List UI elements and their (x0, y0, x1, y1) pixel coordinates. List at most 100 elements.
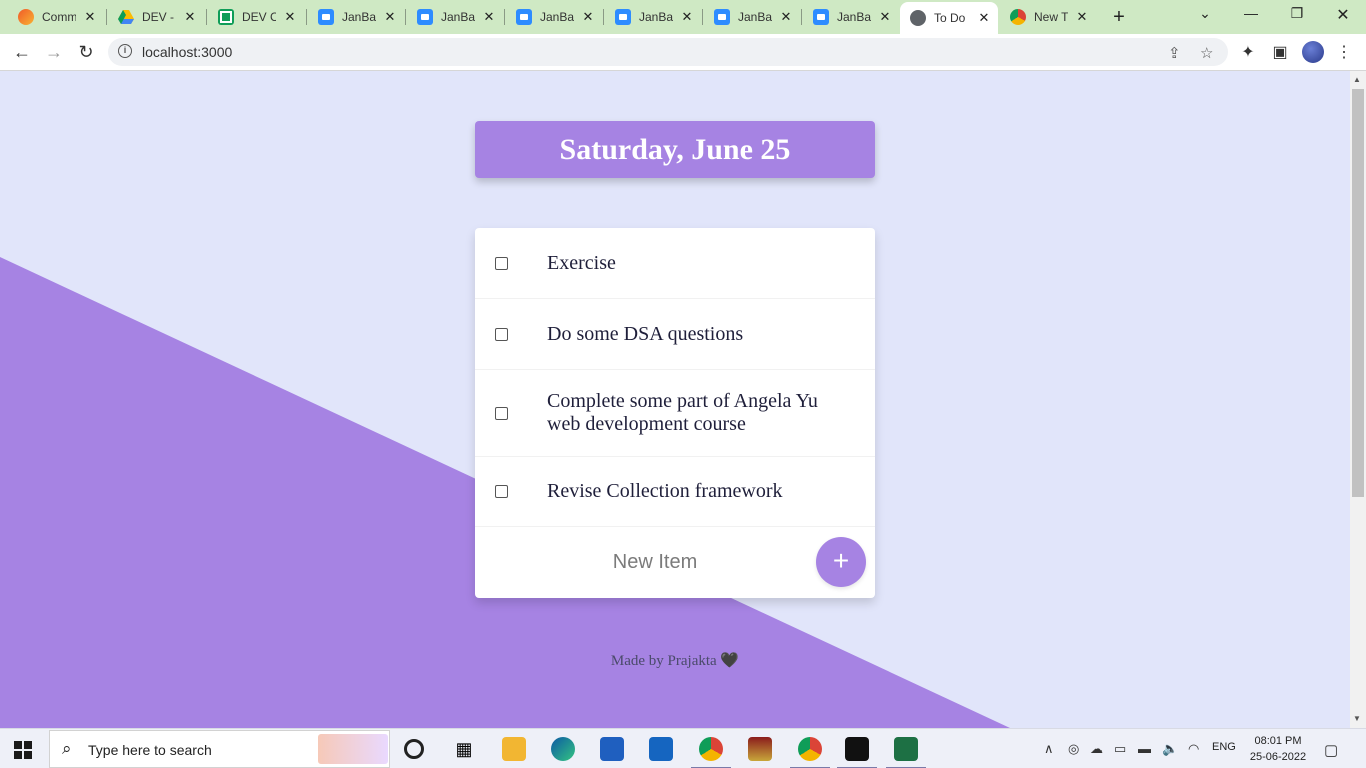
excel-icon[interactable] (886, 737, 926, 768)
item-checkbox[interactable] (495, 485, 508, 498)
close-window-button[interactable]: ✕ (1328, 5, 1358, 25)
windows-start-icon[interactable] (14, 741, 32, 759)
tab-2[interactable]: DEV Cl ✕ (208, 4, 304, 30)
zoom-icon (417, 9, 433, 25)
task-view-icon[interactable]: ▦ (452, 737, 476, 761)
scrollbar-thumb[interactable] (1352, 89, 1364, 497)
close-tab-icon[interactable]: ✕ (1074, 9, 1090, 25)
tab-3[interactable]: JanBat ✕ (308, 4, 404, 30)
chrome-icon (1010, 9, 1026, 25)
restore-button[interactable]: ❐ (1282, 5, 1312, 22)
notifications-icon[interactable]: ▢ (1324, 741, 1338, 759)
tab-title: JanBat (639, 10, 673, 24)
tab-6[interactable]: JanBat ✕ (605, 4, 701, 30)
close-tab-icon[interactable]: ✕ (679, 9, 695, 25)
zoom-icon (318, 9, 334, 25)
reload-button[interactable]: ↻ (74, 40, 98, 64)
tab-separator (306, 9, 307, 25)
zoom-icon (516, 9, 532, 25)
tab-title: DEV Cl (242, 10, 276, 24)
item-text: Do some DSA questions (547, 322, 744, 345)
globe-icon (910, 10, 926, 26)
close-tab-icon[interactable]: ✕ (778, 9, 794, 25)
winrar-icon[interactable] (748, 737, 772, 761)
tab-search-chevron-icon[interactable]: ⌄ (1190, 5, 1220, 22)
address-bar[interactable]: i localhost:3000 ⇪ ☆ (108, 38, 1228, 66)
forward-button[interactable]: → (42, 40, 66, 64)
close-tab-icon[interactable]: ✕ (282, 9, 298, 25)
tab-10[interactable]: New T ✕ (1000, 4, 1096, 30)
scroll-up-arrow-icon[interactable]: ▲ (1353, 75, 1361, 84)
clock-date: 25-06-2022 (1249, 751, 1307, 763)
edge-icon[interactable] (551, 737, 575, 761)
volume-icon[interactable]: 🔈 (1162, 741, 1178, 757)
item-text: Complete some part of Angela Yu web deve… (547, 390, 818, 435)
minimize-button[interactable]: — (1236, 5, 1266, 21)
new-item-input[interactable]: New Item (515, 547, 795, 577)
onedrive-cloud-icon[interactable]: ☁ (1090, 741, 1103, 757)
tab-separator (206, 9, 207, 25)
chrome-profile-d-icon[interactable] (691, 737, 731, 768)
new-item-form: New Item + (475, 527, 875, 598)
search-highlight-image (318, 734, 388, 764)
tab-title: DEV - (142, 10, 175, 24)
chrome-icon[interactable] (790, 737, 830, 768)
add-item-button[interactable]: + (816, 537, 866, 587)
close-tab-icon[interactable]: ✕ (82, 9, 98, 25)
search-icon: ⌕ (62, 739, 72, 758)
tab-7[interactable]: JanBat ✕ (704, 4, 800, 30)
windows-taskbar: ⌕ Type here to search ▦ ∧ ◎ ☁ ▭ ▬ 🔈 ◠ EN… (0, 728, 1366, 768)
terminal-icon[interactable] (837, 737, 877, 768)
clock[interactable]: 08:01 PM 25-06-2022 (1246, 733, 1310, 765)
cortana-icon[interactable] (404, 739, 424, 759)
meet-now-icon[interactable]: ◎ (1068, 741, 1079, 757)
wifi-icon[interactable]: ◠ (1188, 741, 1199, 757)
item-text: Exercise (547, 251, 616, 274)
tab-title: Comm (42, 10, 76, 24)
close-tab-icon[interactable]: ✕ (877, 9, 893, 25)
bookmark-star-icon[interactable]: ☆ (1200, 44, 1213, 62)
more-menu-icon[interactable]: ⋮ (1334, 42, 1354, 62)
taskbar-search[interactable]: ⌕ Type here to search (49, 730, 390, 768)
close-tab-icon[interactable]: ✕ (382, 9, 398, 25)
tab-5[interactable]: JanBat ✕ (506, 4, 602, 30)
close-tab-icon[interactable]: ✕ (481, 9, 497, 25)
list-item: Do some DSA questions (475, 299, 875, 370)
item-checkbox[interactable] (495, 256, 508, 270)
site-info-icon[interactable]: i (118, 44, 132, 58)
share-icon[interactable]: ⇪ (1168, 44, 1181, 62)
store-icon[interactable] (600, 737, 624, 761)
close-tab-icon[interactable]: ✕ (580, 9, 596, 25)
close-tab-icon[interactable]: ✕ (182, 9, 198, 25)
profile-avatar[interactable] (1302, 41, 1324, 63)
tab-title: To Do (934, 11, 966, 25)
zoom-icon (813, 9, 829, 25)
close-tab-icon[interactable]: ✕ (976, 10, 992, 26)
tab-1[interactable]: DEV - ✕ (108, 4, 204, 30)
item-checkbox[interactable] (495, 327, 508, 341)
tab-0[interactable]: Comm ✕ (8, 4, 104, 30)
url-text[interactable]: localhost:3000 (142, 44, 232, 60)
page-scrollbar[interactable]: ▲ ▼ (1350, 71, 1366, 728)
tab-9-active[interactable]: To Do ✕ (900, 2, 998, 34)
tray-chevron-up-icon[interactable]: ∧ (1044, 741, 1054, 757)
battery-icon[interactable]: ▬ (1138, 741, 1151, 756)
tab-8[interactable]: JanBat ✕ (803, 4, 899, 30)
file-explorer-icon[interactable] (502, 737, 526, 761)
tab-title: New T (1034, 10, 1068, 24)
back-button[interactable]: ← (10, 40, 34, 64)
extensions-puzzle-icon[interactable]: ✦ (1238, 42, 1258, 62)
item-text: Revise Collection framework (547, 480, 783, 502)
display-icon[interactable]: ▭ (1114, 741, 1126, 757)
language-indicator[interactable]: ENG (1212, 741, 1236, 753)
search-placeholder: Type here to search (88, 742, 212, 758)
side-panel-icon[interactable]: ▣ (1270, 42, 1290, 62)
new-tab-button[interactable]: + (1108, 6, 1130, 29)
scroll-down-arrow-icon[interactable]: ▼ (1353, 714, 1361, 723)
tab-4[interactable]: JanBat ✕ (407, 4, 503, 30)
zoom-icon (615, 9, 631, 25)
tab-separator (504, 9, 505, 25)
mail-icon[interactable] (649, 737, 673, 761)
list-item: Exercise (475, 228, 875, 299)
item-checkbox[interactable] (495, 406, 508, 420)
